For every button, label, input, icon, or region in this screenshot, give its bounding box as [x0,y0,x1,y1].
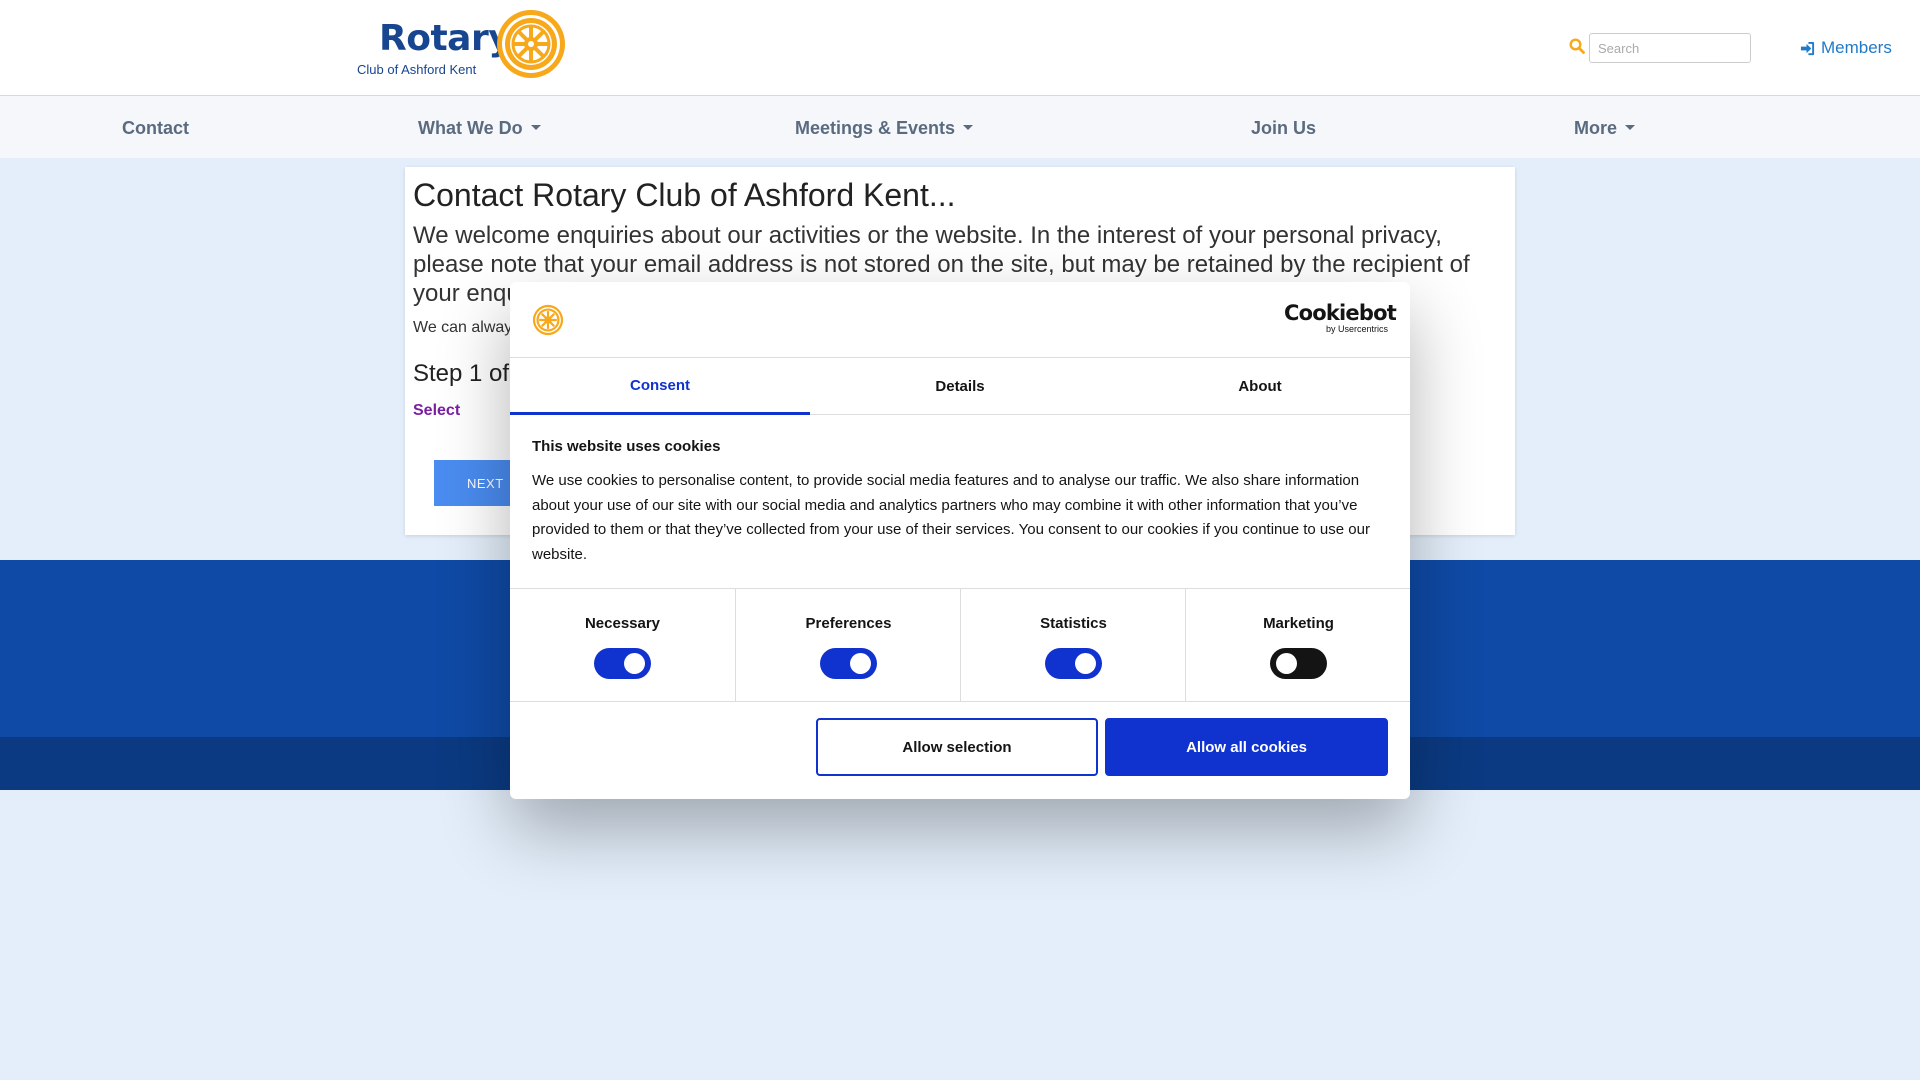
tab-details[interactable]: Details [810,358,1110,415]
nav-item-more[interactable]: More [1574,118,1636,139]
toggle-group-necessary: Necessary [510,589,735,702]
note-text: We can alway [413,319,513,336]
toggle-label: Necessary [584,615,661,632]
toggle-knob [624,653,645,674]
nav-label: Meetings & Events [795,118,956,138]
nav-label: Contact [122,118,189,138]
rotary-logo[interactable]: Rotary Club of Ashford Kent [355,8,567,80]
toggle-group-statistics: Statistics [960,589,1185,702]
cookie-tabs: Consent Details About [510,357,1410,415]
select-label: Select [413,402,461,419]
tab-about[interactable]: About [1110,358,1410,415]
nav-label: Join Us [1251,118,1317,138]
nav-item-what-we-do[interactable]: What We Do [418,118,541,139]
tab-consent[interactable]: Consent [510,358,810,415]
caret-down-icon [963,125,974,130]
toggle-knob [1075,653,1096,674]
page-title: Contact Rotary Club of Ashford Kent... [413,177,956,213]
allow-selection-button[interactable]: Allow selection [816,718,1098,776]
toggle-group-preferences: Preferences [735,589,960,702]
main-nav: Contact What We Do Meetings & Events Joi… [0,96,1920,158]
members-label: Members [1821,38,1892,57]
search-input[interactable] [1589,33,1751,63]
cookie-consent-dialog: Cookiebot by Usercentrics Consent Detail… [510,282,1410,799]
nav-item-meetings-events[interactable]: Meetings & Events [795,118,974,139]
toggle-knob [1276,653,1297,674]
statistics-toggle[interactable] [1045,648,1102,679]
marketing-toggle[interactable] [1270,648,1327,679]
cookiebot-wordmark: Cookiebot [1284,301,1397,325]
toggle-label: Preferences [805,615,892,632]
toggle-label: Statistics [1040,615,1107,632]
caret-down-icon [1625,125,1636,130]
cookie-category-toggles: Necessary Preferences Statistics Marketi… [510,588,1410,702]
nav-item-join-us[interactable]: Join Us [1251,118,1316,139]
search-icon[interactable] [1569,38,1585,54]
rotary-wheel-icon [532,304,564,336]
logo-subtitle: Club of Ashford Kent [357,62,477,77]
cookiebot-logo[interactable]: Cookiebot by Usercentrics [1284,301,1397,336]
nav-label: More [1574,118,1618,138]
rotary-wheel-icon [497,10,565,78]
cookie-heading: This website uses cookies [532,438,721,455]
cookie-description: We use cookies to personalise content, t… [532,472,1370,563]
allow-all-cookies-button[interactable]: Allow all cookies [1105,718,1388,776]
nav-label: What We Do [418,118,523,138]
toggle-group-marketing: Marketing [1185,589,1410,702]
cookiebot-byline: by Usercentrics [1325,324,1388,334]
site-header: Rotary Club of Ashford Kent Search Membe… [0,0,1920,96]
logo-wordmark: Rotary [379,18,512,59]
nav-item-contact[interactable]: Contact [122,118,189,139]
step-indicator: Step 1 of [413,360,510,387]
members-link[interactable]: Members [1800,38,1892,58]
toggle-label: Marketing [1263,615,1334,632]
necessary-toggle[interactable] [594,648,651,679]
toggle-knob [850,653,871,674]
sign-in-icon [1800,41,1815,55]
preferences-toggle[interactable] [820,648,877,679]
cookie-body: This website uses cookies We use cookies… [532,438,1388,567]
caret-down-icon [530,125,541,130]
